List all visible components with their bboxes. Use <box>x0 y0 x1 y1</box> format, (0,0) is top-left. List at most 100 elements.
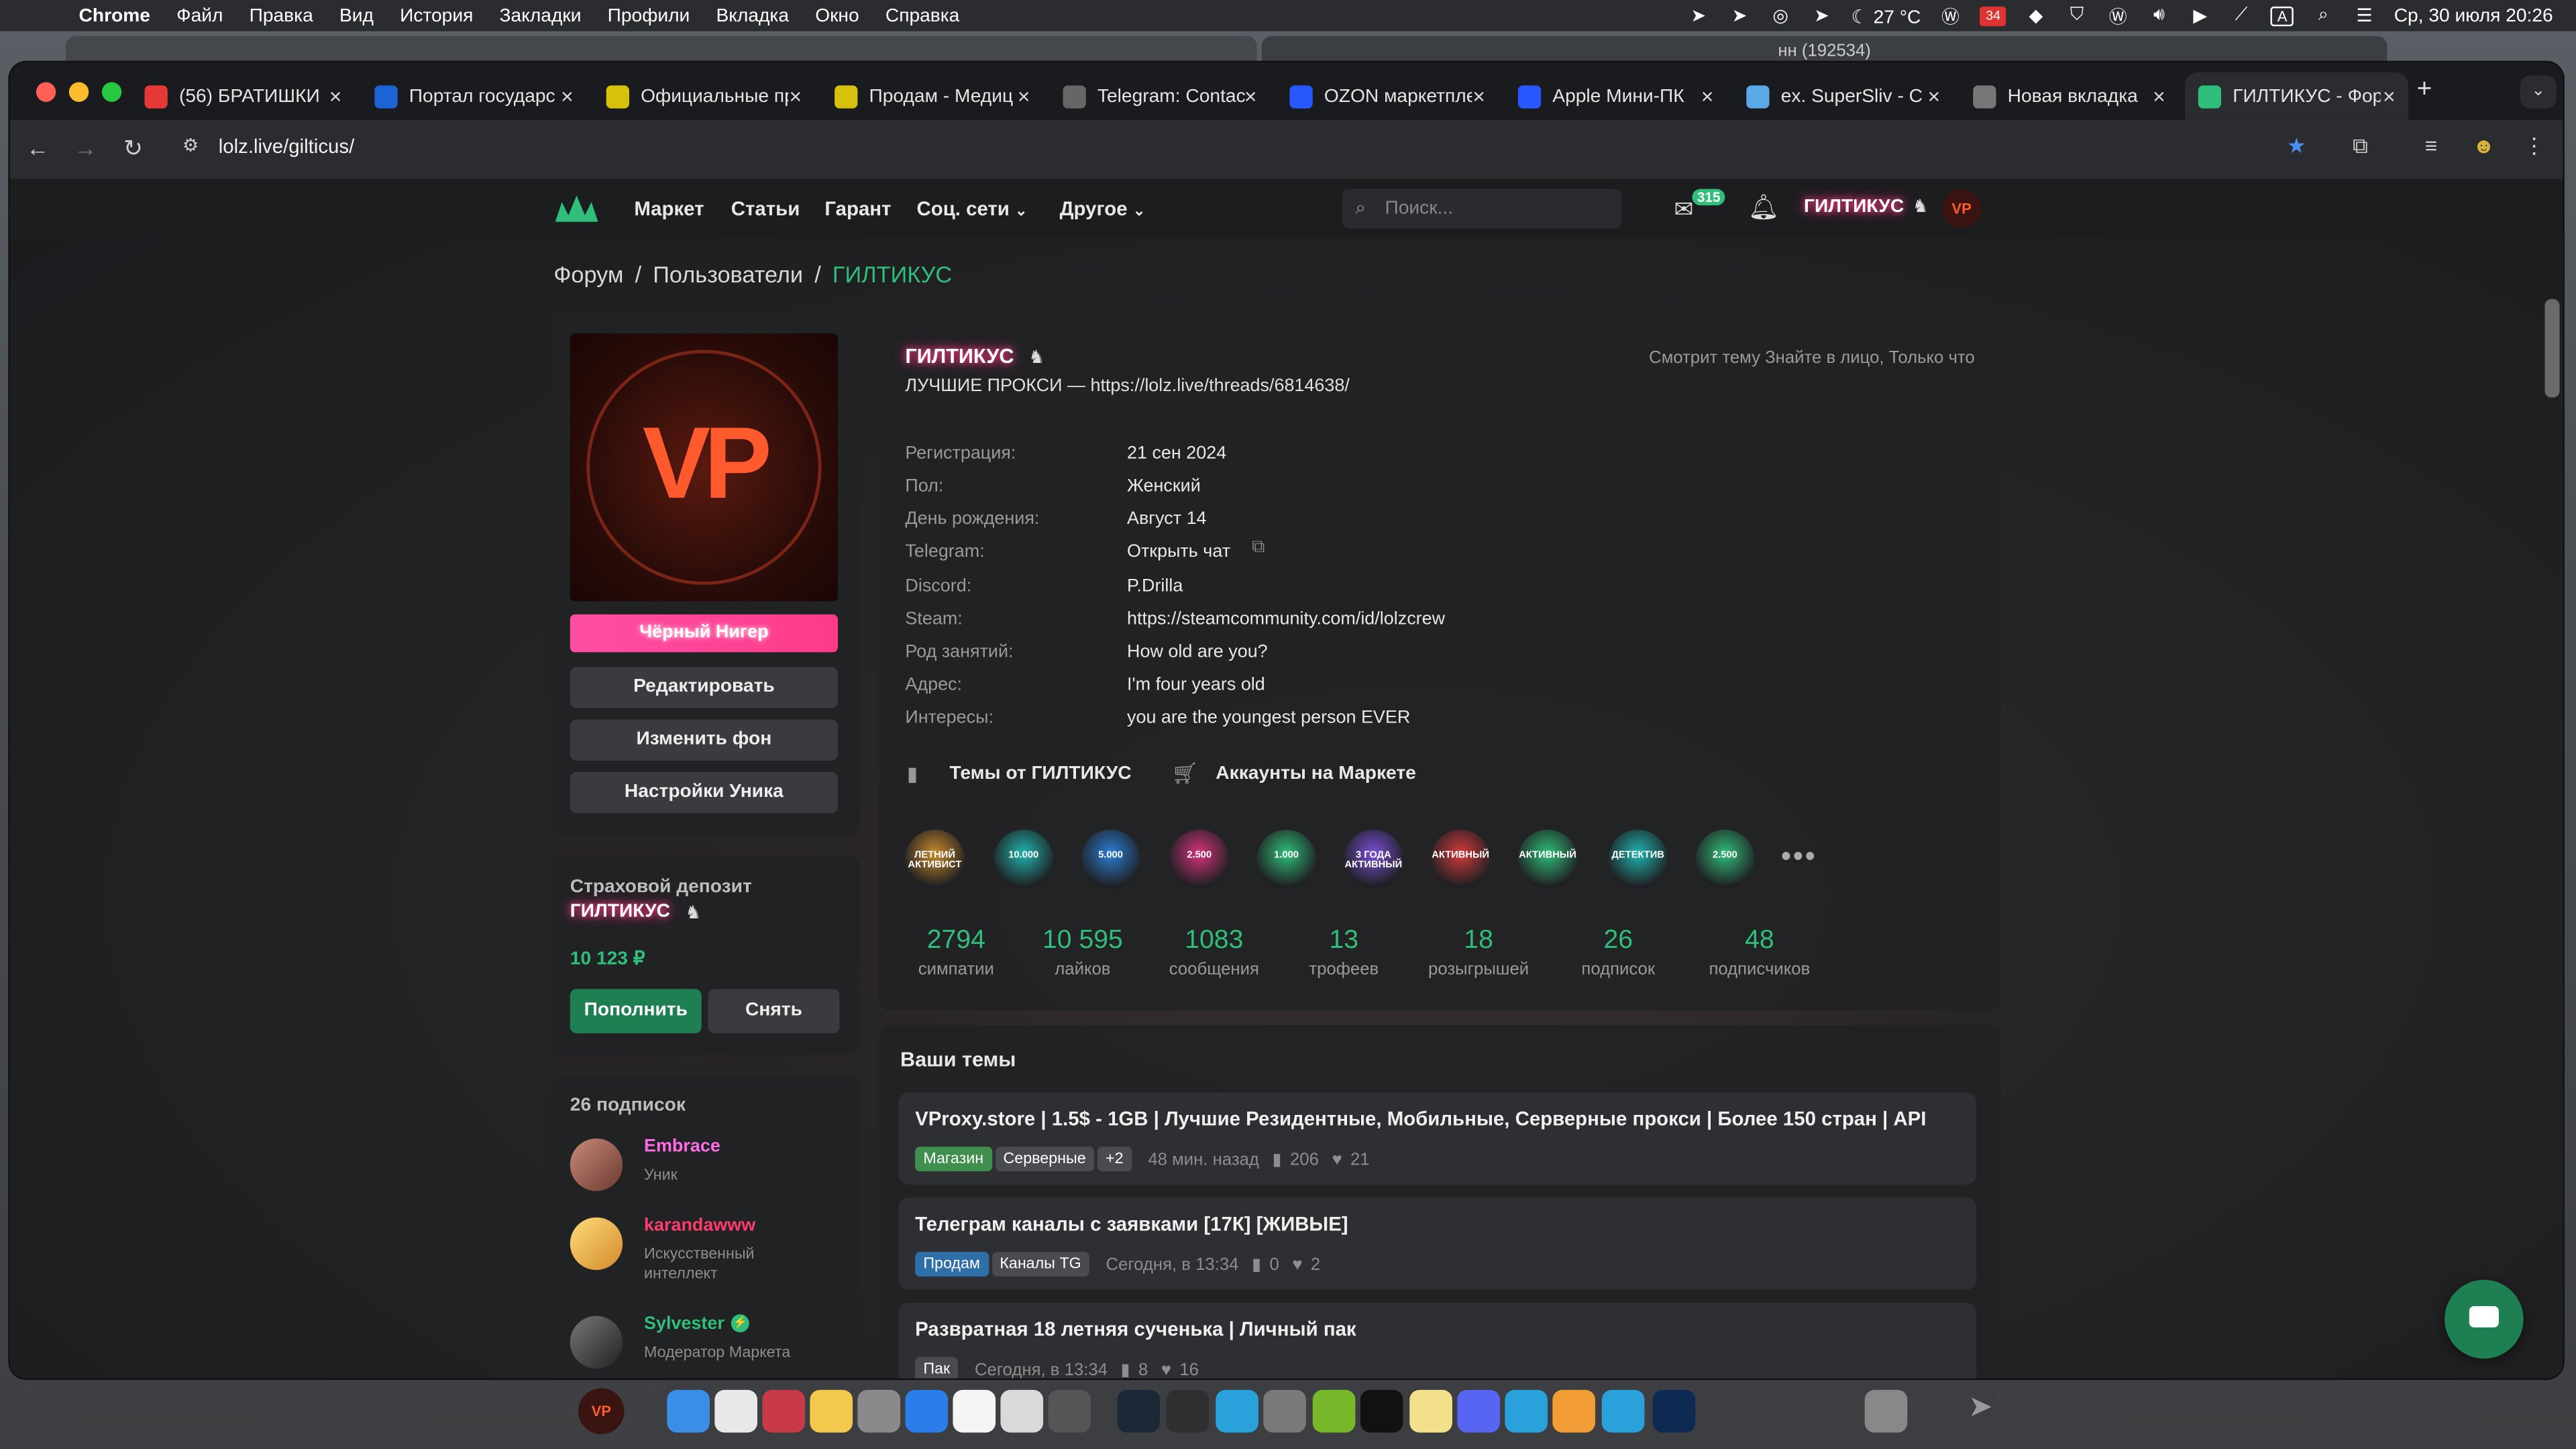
menubar-item-history[interactable]: История <box>400 6 473 25</box>
telegram-icon[interactable]: ➤ <box>1728 6 1751 26</box>
topic-item[interactable]: Развратная 18 летняя сученька | Личный п… <box>898 1303 1977 1379</box>
topic-title[interactable]: VProxy.store | 1.5$ - 1GB | Лучшие Резид… <box>915 1108 1926 1130</box>
calendar-icon[interactable] <box>953 1389 996 1433</box>
calendar-icon[interactable]: 34 <box>1980 5 2006 25</box>
telegram-icon[interactable]: ➤ <box>1810 6 1833 26</box>
utorrent-icon[interactable] <box>1312 1389 1356 1433</box>
field-value[interactable]: https://steamcommunity.com/id/lolzcrew <box>1127 610 1445 629</box>
minimize-window-button[interactable] <box>68 82 89 102</box>
stat-block[interactable]: 13 трофеев <box>1270 926 1417 979</box>
subscription-item[interactable]: Sylvester Модератор Маркета ⚡ <box>550 1313 859 1379</box>
trophy-badge-icon[interactable]: 1.000 <box>1256 829 1316 889</box>
photoshop-icon[interactable] <box>1652 1389 1696 1433</box>
spotlight-search-icon[interactable]: ⌕ <box>2312 5 2334 25</box>
topic-tag[interactable]: Магазин <box>915 1146 992 1172</box>
page-scrollbar[interactable] <box>2544 299 2560 398</box>
background-window[interactable] <box>65 36 1257 63</box>
telegram-icon[interactable]: ➤ <box>1687 6 1710 26</box>
chat-button[interactable] <box>2445 1279 2524 1359</box>
close-tab-icon[interactable]: × <box>2383 84 2396 109</box>
menubar-item-bookmarks[interactable]: Закладки <box>500 6 582 25</box>
stat-block[interactable]: 48 подписчиков <box>1686 926 1833 979</box>
menubar-item-file[interactable]: Файл <box>176 6 223 25</box>
profile-extension-icon[interactable]: ☻ <box>2473 133 2496 158</box>
wordpress-icon[interactable]: Ⓦ <box>2106 6 2129 27</box>
new-tab-button[interactable]: + <box>2416 76 2432 105</box>
tab-search-button[interactable]: ⌄ <box>2520 75 2557 109</box>
volume-icon[interactable]: 🔊︎ <box>2147 5 2170 25</box>
notifications-bell-icon[interactable]: 🔔︎ <box>1748 193 1780 222</box>
user-topics-link[interactable]: Темы от ГИЛТИКУС <box>950 764 1132 784</box>
deposit-username[interactable]: ГИЛТИКУС <box>570 902 670 922</box>
forward-icon[interactable]: → <box>70 135 100 161</box>
deposit-add-button[interactable]: Пополнить <box>570 989 702 1034</box>
telegram-icon[interactable] <box>1216 1389 1258 1433</box>
stat-block[interactable]: 18 розыгрышей <box>1405 926 1552 979</box>
trophy-badge-icon[interactable]: АКТИВНЫЙ <box>1431 829 1491 889</box>
nav-other[interactable]: Другое ⌄ <box>1060 179 1146 238</box>
trophy-badge-icon[interactable]: 3 ГОДА АКТИВНЫЙ <box>1344 829 1403 889</box>
browser-tab[interactable]: OZON маркетпле × <box>1277 72 1499 120</box>
topic-title[interactable]: Развратная 18 летняя сученька | Личный п… <box>915 1318 1356 1340</box>
affinity-icon[interactable] <box>762 1389 806 1433</box>
nav-articles[interactable]: Статьи <box>731 179 800 238</box>
close-tab-icon[interactable]: × <box>1701 84 1714 109</box>
close-tab-icon[interactable]: × <box>1018 84 1030 109</box>
stat-block[interactable]: 26 подписок <box>1544 926 1692 979</box>
profile-bio[interactable]: ЛУЧШИЕ ПРОКСИ — https://lolz.live/thread… <box>905 376 1349 396</box>
subscription-name[interactable]: Sylvester <box>644 1314 724 1334</box>
topic-tag[interactable]: Продам <box>915 1252 989 1277</box>
browser-tab[interactable]: Продам - Медиц × <box>822 72 1044 120</box>
avatar[interactable] <box>570 1217 623 1271</box>
notes-icon[interactable] <box>1409 1389 1452 1433</box>
more-badges-icon[interactable]: ••• <box>1781 839 1817 873</box>
reload-icon[interactable]: ↻ <box>118 135 148 163</box>
nav-social[interactable]: Соц. сети ⌄ <box>917 179 1028 238</box>
close-window-button[interactable] <box>36 82 56 102</box>
menubar-item-profiles[interactable]: Профили <box>608 6 690 25</box>
notes-icon[interactable] <box>810 1389 853 1433</box>
telegram-icon[interactable] <box>1505 1389 1548 1433</box>
telegram-icon[interactable] <box>1601 1389 1645 1433</box>
close-tab-icon[interactable]: × <box>1244 84 1257 109</box>
menubar-item-window[interactable]: Окно <box>815 6 859 25</box>
close-tab-icon[interactable]: × <box>561 84 574 109</box>
messages-icon[interactable]: ✉ <box>1674 195 1694 223</box>
subscription-item[interactable]: karandawww Искусственный интеллект <box>550 1214 859 1283</box>
topic-title[interactable]: Телеграм каналы с заявками [17К] [ЖИВЫЕ] <box>915 1212 1348 1235</box>
topic-item[interactable]: VProxy.store | 1.5$ - 1GB | Лучшие Резид… <box>898 1092 1977 1185</box>
shield-icon[interactable]: ⛉ <box>2065 5 2088 25</box>
close-tab-icon[interactable]: × <box>1928 84 1941 109</box>
trophy-badge-icon[interactable]: АКТИВНЫЙ <box>1517 829 1578 889</box>
browser-tab[interactable]: ГИЛТИКУС - Фор × <box>2185 72 2409 120</box>
menubar-item-tab[interactable]: Вкладка <box>716 6 789 25</box>
close-tab-icon[interactable]: × <box>329 84 342 109</box>
browser-tab[interactable]: ex. SuperSliv - C × <box>1733 72 1953 120</box>
vpn-icon[interactable]: ◎ <box>1769 6 1792 26</box>
trophy-badge-icon[interactable]: 2.500 <box>1169 829 1229 889</box>
app-store-icon[interactable] <box>905 1389 949 1433</box>
menubar-clock[interactable]: Ср, 30 июля 20:26 <box>2394 6 2553 25</box>
address-bar[interactable]: lolz.live/gilticus/ <box>219 135 355 158</box>
close-tab-icon[interactable]: × <box>790 84 802 109</box>
change-background-button[interactable]: Изменить фон <box>570 719 838 761</box>
extensions-icon[interactable]: ⧉ <box>2353 133 2368 159</box>
stat-block[interactable]: 1083 сообщения <box>1140 926 1288 979</box>
browser-tab[interactable]: Apple Мини-ПК × <box>1505 72 1727 120</box>
vpn-icon[interactable] <box>1263 1389 1306 1433</box>
keyboard-layout-icon[interactable]: A <box>2271 5 2294 25</box>
avatar[interactable] <box>570 1316 623 1369</box>
deposit-withdraw-button[interactable]: Снять <box>708 989 840 1034</box>
discord-icon[interactable] <box>1457 1389 1500 1433</box>
lolz-logo-icon[interactable] <box>553 189 600 229</box>
menubar-item-help[interactable]: Справка <box>885 6 960 25</box>
terminal-icon[interactable] <box>1360 1389 1403 1433</box>
nav-market[interactable]: Маркет <box>634 179 704 238</box>
browser-tab[interactable]: Официальные пр × <box>593 72 815 120</box>
trophy-badge-icon[interactable]: 2.500 <box>1695 829 1755 889</box>
breadcrumb-forum[interactable]: Форум <box>553 261 623 287</box>
wordpress-icon[interactable]: Ⓦ <box>1939 6 1962 27</box>
wifi-off-icon[interactable]: ⟋ <box>2230 5 2253 25</box>
pen-icon[interactable] <box>1166 1389 1210 1433</box>
nav-garant[interactable]: Гарант <box>824 179 891 238</box>
